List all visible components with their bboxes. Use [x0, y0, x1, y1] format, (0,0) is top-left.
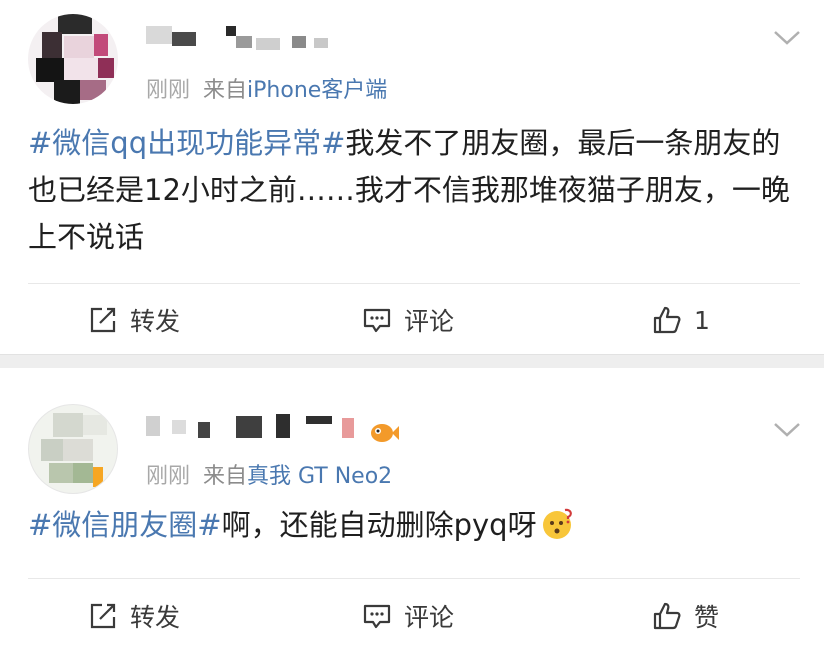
- comment-icon: [363, 604, 391, 629]
- from-label: 来自: [203, 78, 248, 103]
- divider: [28, 578, 800, 579]
- chevron-down-icon[interactable]: [772, 26, 802, 48]
- post-actions: 转发 评论 1: [0, 296, 824, 344]
- thumbs-up-icon: [653, 602, 681, 630]
- thumbs-up-icon: [653, 306, 681, 334]
- like-label: 赞: [694, 603, 720, 632]
- comment-button[interactable]: 评论: [362, 296, 454, 344]
- repost-label: 转发: [130, 307, 181, 336]
- topic-link[interactable]: #微信朋友圈#: [28, 508, 222, 542]
- post-content: 啊，还能自动删除pyq呀: [221, 508, 537, 542]
- username-blurred[interactable]: [146, 22, 346, 52]
- avatar[interactable]: [28, 14, 118, 104]
- post-meta: 刚刚 来自iPhone客户端: [146, 72, 387, 104]
- repost-icon: [90, 307, 116, 333]
- source-link[interactable]: 真我 GT Neo2: [247, 464, 392, 489]
- post-text: #微信qq出现功能异常#我发不了朋友圈，最后一条朋友的也已经是12小时之前……我…: [28, 120, 800, 261]
- timestamp: 刚刚: [146, 78, 191, 103]
- timestamp: 刚刚: [146, 464, 191, 489]
- comment-button[interactable]: 评论: [362, 592, 454, 640]
- comment-icon: [363, 308, 391, 333]
- confused-face-emoji: [542, 508, 572, 539]
- post-meta: 刚刚 来自真我 GT Neo2: [146, 458, 392, 490]
- chevron-down-icon[interactable]: [772, 418, 802, 440]
- like-button[interactable]: 赞: [652, 592, 719, 640]
- repost-button[interactable]: 转发: [88, 296, 180, 344]
- post-actions: 转发 评论 赞: [0, 592, 824, 640]
- feed-post[interactable]: 刚刚 来自iPhone客户端 #微信qq出现功能异常#我发不了朋友圈，最后一条朋…: [0, 0, 824, 354]
- topic-link[interactable]: #微信qq出现功能异常#: [28, 126, 345, 160]
- post-text: #微信朋友圈#啊，还能自动删除pyq呀: [28, 502, 800, 549]
- divider: [28, 283, 800, 284]
- from-label: 来自: [203, 464, 248, 489]
- fish-badge-icon: [371, 424, 399, 442]
- username-blurred[interactable]: [146, 410, 366, 440]
- repost-button[interactable]: 转发: [88, 592, 180, 640]
- like-count: 1: [694, 305, 710, 335]
- comment-label: 评论: [404, 603, 455, 632]
- like-button[interactable]: 1: [652, 296, 710, 344]
- avatar[interactable]: [28, 404, 118, 494]
- comment-label: 评论: [404, 307, 455, 336]
- feed-post[interactable]: 刚刚 来自真我 GT Neo2 #微信朋友圈#啊，还能自动删除pyq呀 转发 评…: [0, 368, 824, 649]
- source-link[interactable]: iPhone客户端: [247, 78, 387, 103]
- feed-separator: [0, 354, 824, 368]
- repost-label: 转发: [130, 603, 181, 632]
- repost-icon: [90, 603, 116, 629]
